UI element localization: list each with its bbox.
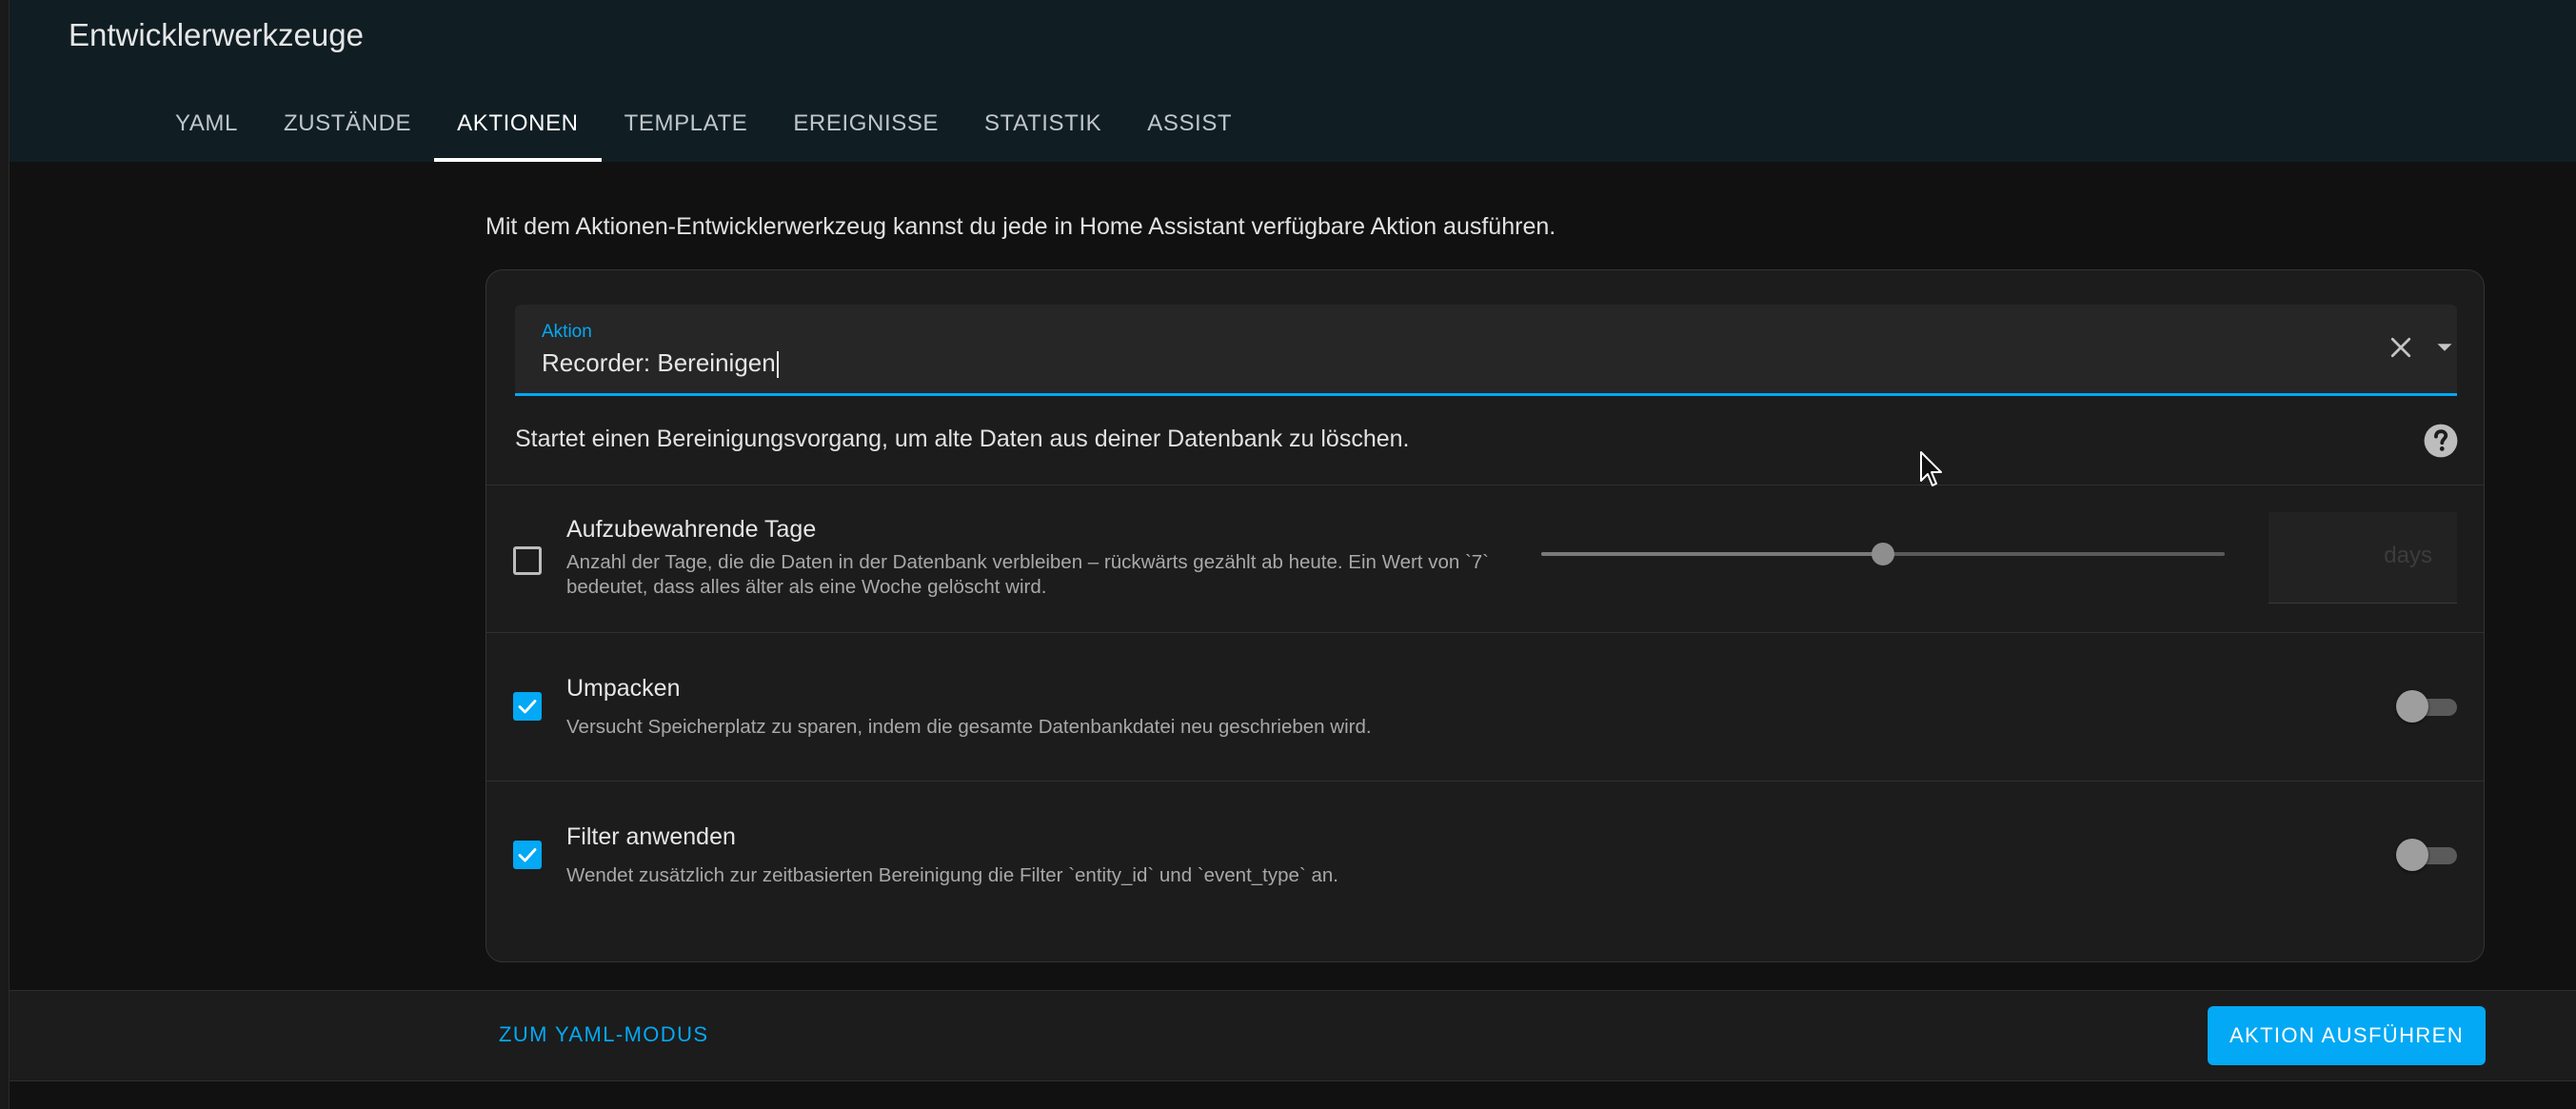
tab-assist[interactable]: ASSIST [1124, 91, 1255, 162]
keep-days-title: Aufzubewahrende Tage [566, 516, 817, 543]
toggle-knob [2396, 839, 2428, 871]
clear-icon[interactable] [2387, 333, 2415, 362]
repack-title: Umpacken [566, 675, 681, 702]
keep-days-description: Anzahl der Tage, die die Daten in der Da… [566, 551, 1490, 598]
apply-filter-toggle[interactable] [2396, 838, 2457, 872]
keep-days-checkbox[interactable] [513, 546, 542, 575]
page-title: Entwicklerwerkzeuge [69, 17, 364, 52]
app-root: Entwicklerwerkzeuge YAML ZUSTÄNDE AKTION… [0, 0, 2576, 1109]
action-card: Aktion Recorder: Bereinigen Startet eine… [485, 269, 2485, 962]
action-field-value-wrap[interactable]: Recorder: Bereinigen [542, 348, 779, 379]
tab-states[interactable]: ZUSTÄNDE [261, 91, 434, 162]
days-suffix: days [2384, 543, 2432, 568]
field-row-apply-filter: Filter anwenden Wendet zusätzlich zur ze… [486, 782, 2484, 928]
check-icon [518, 848, 537, 862]
apply-filter-title: Filter anwenden [566, 823, 736, 850]
slider-fill [1541, 552, 1883, 556]
help-icon[interactable] [2423, 423, 2459, 459]
keep-days-input[interactable]: days [2269, 512, 2457, 604]
tab-statistics[interactable]: STATISTIK [961, 91, 1124, 162]
action-select-field[interactable]: Aktion Recorder: Bereinigen [515, 305, 2457, 396]
tab-actions[interactable]: AKTIONEN [434, 91, 603, 162]
action-field-label: Aktion [542, 322, 592, 342]
keep-days-slider[interactable] [1541, 543, 2225, 565]
tab-bar: YAML ZUSTÄNDE AKTIONEN TEMPLATE EREIGNIS… [152, 91, 1255, 162]
chevron-down-icon[interactable] [2430, 333, 2459, 362]
check-icon [518, 700, 537, 714]
tab-template[interactable]: TEMPLATE [602, 91, 771, 162]
intro-text: Mit dem Aktionen-Entwicklerwerkzeug kann… [485, 213, 1556, 240]
apply-filter-checkbox[interactable] [513, 841, 542, 869]
text-caret [776, 351, 779, 379]
tab-yaml[interactable]: YAML [152, 91, 261, 162]
field-row-keep-days: Aufzubewahrende Tage Anzahl der Tage, di… [486, 485, 2484, 632]
repack-checkbox[interactable] [513, 692, 542, 721]
repack-toggle[interactable] [2396, 689, 2457, 723]
mouse-pointer-icon [1920, 451, 1942, 486]
repack-description: Versucht Speicherplatz zu sparen, indem … [566, 716, 1372, 738]
service-description: Startet einen Bereinigungsvorgang, um al… [515, 426, 1410, 452]
footer-bar: ZUM YAML-MODUS AKTION AUSFÜHREN [10, 990, 2576, 1081]
slider-thumb[interactable] [1872, 543, 1894, 565]
run-action-button[interactable]: AKTION AUSFÜHREN [2208, 1006, 2486, 1065]
apply-filter-description: Wendet zusätzlich zur zeitbasierten Bere… [566, 864, 1338, 886]
tab-events[interactable]: EREIGNISSE [770, 91, 961, 162]
sidebar-edge [0, 0, 10, 1109]
field-row-repack: Umpacken Versucht Speicherplatz zu spare… [486, 633, 2484, 780]
action-field-value[interactable]: Recorder: Bereinigen [542, 348, 776, 377]
toggle-knob [2396, 690, 2428, 723]
top-app-bar: Entwicklerwerkzeuge YAML ZUSTÄNDE AKTION… [10, 0, 2576, 162]
yaml-mode-button[interactable]: ZUM YAML-MODUS [499, 1022, 708, 1047]
